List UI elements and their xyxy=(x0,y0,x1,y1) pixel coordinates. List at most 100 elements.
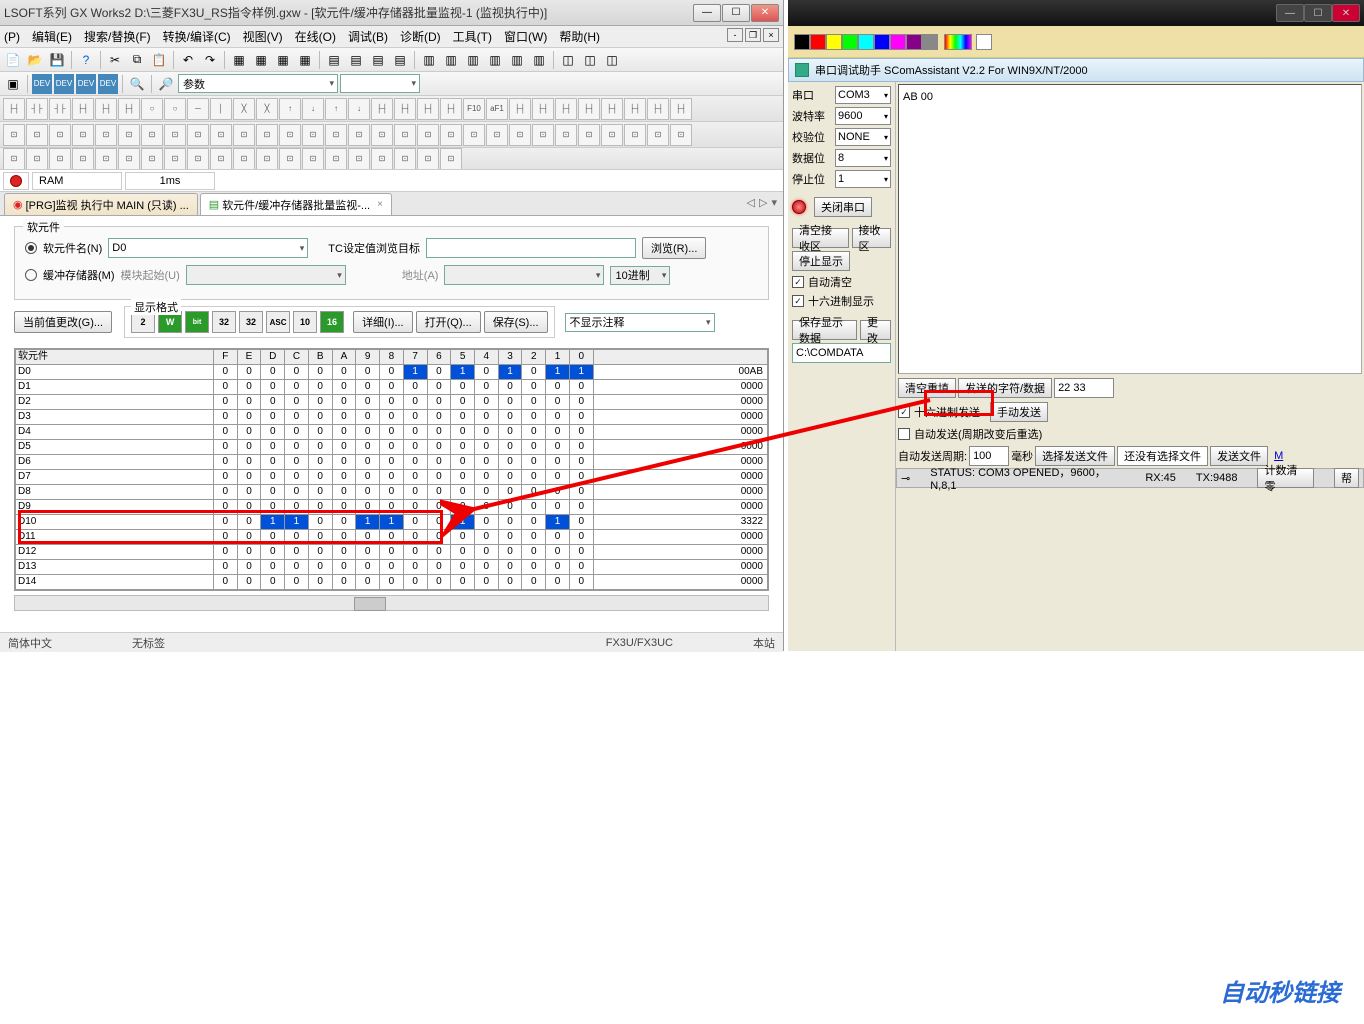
horizontal-scrollbar[interactable] xyxy=(14,595,769,611)
minimize-button[interactable]: — xyxy=(1276,4,1304,22)
ladder-tool[interactable]: ⊡ xyxy=(256,148,278,170)
mdi-min-button[interactable]: - xyxy=(727,28,743,42)
table-row[interactable]: D400000000000000000000 xyxy=(16,425,768,440)
save-button[interactable]: 保存(S)... xyxy=(484,311,548,333)
cut-icon[interactable]: ✂ xyxy=(105,50,125,70)
menu-search[interactable]: 搜索/替换(F) xyxy=(84,28,151,45)
color-swatch[interactable] xyxy=(906,34,922,50)
ladder-tool[interactable]: ⊡ xyxy=(95,124,117,146)
table-row[interactable]: D1300000000000000000000 xyxy=(16,560,768,575)
ladder-tool[interactable]: ╳ xyxy=(256,98,278,120)
ladder-tool[interactable]: ⊡ xyxy=(325,148,347,170)
detail-button[interactable]: 详细(I)... xyxy=(353,311,413,333)
copy-icon[interactable]: ⧉ xyxy=(127,50,147,70)
ladder-tool[interactable]: ⊡ xyxy=(3,148,25,170)
tab-device-monitor[interactable]: ▤软元件/缓冲存储器批量监视-...× xyxy=(200,193,392,215)
undo-icon[interactable]: ↶ xyxy=(178,50,198,70)
maximize-button[interactable]: ☐ xyxy=(1304,4,1332,22)
radio-device-name[interactable] xyxy=(25,242,37,254)
table-row[interactable]: D700000000000000000000 xyxy=(16,470,768,485)
tool-icon[interactable]: ▥ xyxy=(485,50,505,70)
ladder-tool[interactable]: ⊡ xyxy=(187,124,209,146)
ladder-tool[interactable]: ⊡ xyxy=(440,124,462,146)
ladder-tool[interactable]: ├┤ xyxy=(578,98,600,120)
tc-target-input[interactable] xyxy=(426,238,636,258)
ladder-tool[interactable]: ⊡ xyxy=(463,124,485,146)
ladder-tool[interactable]: ├┤ xyxy=(624,98,646,120)
ladder-tool[interactable]: ┤├ xyxy=(49,98,71,120)
device-name-input[interactable]: D0 xyxy=(108,238,308,258)
tool-icon[interactable]: ▥ xyxy=(529,50,549,70)
parity-combo[interactable]: NONE xyxy=(835,128,891,146)
ladder-tool[interactable]: ⊡ xyxy=(118,148,140,170)
tool-icon[interactable]: ▥ xyxy=(441,50,461,70)
dev-icon[interactable]: DEV xyxy=(98,74,118,94)
tool-icon[interactable]: ◫ xyxy=(580,50,600,70)
ladder-tool[interactable]: ┤├ xyxy=(26,98,48,120)
ladder-tool[interactable]: F10 xyxy=(463,98,485,120)
ladder-tool[interactable]: ↑ xyxy=(279,98,301,120)
path-input[interactable]: C:\COMDATA xyxy=(792,343,891,363)
ladder-tool[interactable]: ├┤ xyxy=(532,98,554,120)
rx-area-button[interactable]: 接收区 xyxy=(852,228,892,248)
tool-icon[interactable]: ▣ xyxy=(3,74,23,94)
tab-menu-icon[interactable]: ▾ xyxy=(771,196,777,209)
ladder-tool[interactable]: ⊡ xyxy=(26,148,48,170)
table-row[interactable]: D1200000000000000000000 xyxy=(16,545,768,560)
ladder-tool[interactable]: ⊡ xyxy=(3,124,25,146)
open-button[interactable]: 打开(Q)... xyxy=(416,311,481,333)
ladder-tool[interactable]: ├┤ xyxy=(72,98,94,120)
menu-window[interactable]: 窗口(W) xyxy=(504,28,547,45)
fmt-32b-button[interactable]: 32 xyxy=(239,311,263,333)
ladder-tool[interactable]: ⊡ xyxy=(256,124,278,146)
ladder-tool[interactable]: ╳ xyxy=(233,98,255,120)
ladder-tool[interactable]: ⊡ xyxy=(187,148,209,170)
ladder-tool[interactable]: ⊡ xyxy=(95,148,117,170)
auto-period-input[interactable]: 100 xyxy=(969,446,1009,466)
ladder-tool[interactable]: ⊡ xyxy=(371,148,393,170)
new-icon[interactable]: 📄 xyxy=(3,50,23,70)
color-swatch[interactable] xyxy=(794,34,810,50)
menu-project[interactable]: (P) xyxy=(4,30,20,44)
tab-close-icon[interactable]: × xyxy=(377,199,383,210)
stop-display-button[interactable]: 停止显示 xyxy=(792,251,850,271)
send-input[interactable]: 22 33 xyxy=(1054,378,1114,398)
save-data-button[interactable]: 保存显示数据 xyxy=(792,320,857,340)
color-swatch[interactable] xyxy=(922,34,938,50)
tool-icon[interactable]: ▤ xyxy=(368,50,388,70)
ladder-tool[interactable]: ↓ xyxy=(348,98,370,120)
color-swatch[interactable] xyxy=(976,34,992,50)
ladder-tool[interactable]: ⊡ xyxy=(210,124,232,146)
redo-icon[interactable]: ↷ xyxy=(200,50,220,70)
ladder-tool[interactable]: ⊡ xyxy=(72,148,94,170)
fmt-bit-button[interactable]: bit xyxy=(185,311,209,333)
tool-icon[interactable]: ▥ xyxy=(507,50,527,70)
zoom-icon[interactable]: 🔍 xyxy=(127,74,147,94)
ladder-tool[interactable]: ⊡ xyxy=(578,124,600,146)
ladder-tool[interactable]: ⊡ xyxy=(348,124,370,146)
menu-online[interactable]: 在线(O) xyxy=(295,28,336,45)
ladder-tool[interactable]: ⊡ xyxy=(394,124,416,146)
color-swatch[interactable] xyxy=(890,34,906,50)
tool-icon[interactable]: ▥ xyxy=(463,50,483,70)
tab-prev-icon[interactable]: ◁ xyxy=(747,196,755,209)
ladder-tool[interactable]: ⊡ xyxy=(532,124,554,146)
ladder-tool[interactable]: ↓ xyxy=(302,98,324,120)
ladder-tool[interactable]: ├┤ xyxy=(601,98,623,120)
ladder-tool[interactable]: ├┤ xyxy=(118,98,140,120)
table-row[interactable]: D0000000001010101100AB xyxy=(16,365,768,380)
table-row[interactable]: D200000000000000000000 xyxy=(16,395,768,410)
help-button[interactable]: 帮 xyxy=(1334,468,1359,488)
ladder-tool[interactable]: ⊡ xyxy=(417,148,439,170)
hex-send-checkbox[interactable]: ✓ xyxy=(898,406,910,418)
ladder-tool[interactable]: ⊡ xyxy=(141,124,163,146)
table-row[interactable]: D1100000000000000000000 xyxy=(16,530,768,545)
ladder-tool[interactable]: ⊡ xyxy=(325,124,347,146)
table-row[interactable]: D1000110011001000103322 xyxy=(16,515,768,530)
clear-count-button[interactable]: 计数清零 xyxy=(1257,468,1314,488)
ladder-tool[interactable]: ├┤ xyxy=(3,98,25,120)
ladder-tool[interactable]: ⊡ xyxy=(440,148,462,170)
ladder-tool[interactable]: ⊡ xyxy=(49,124,71,146)
tool-icon[interactable]: ▤ xyxy=(346,50,366,70)
tool-icon[interactable]: ◫ xyxy=(602,50,622,70)
